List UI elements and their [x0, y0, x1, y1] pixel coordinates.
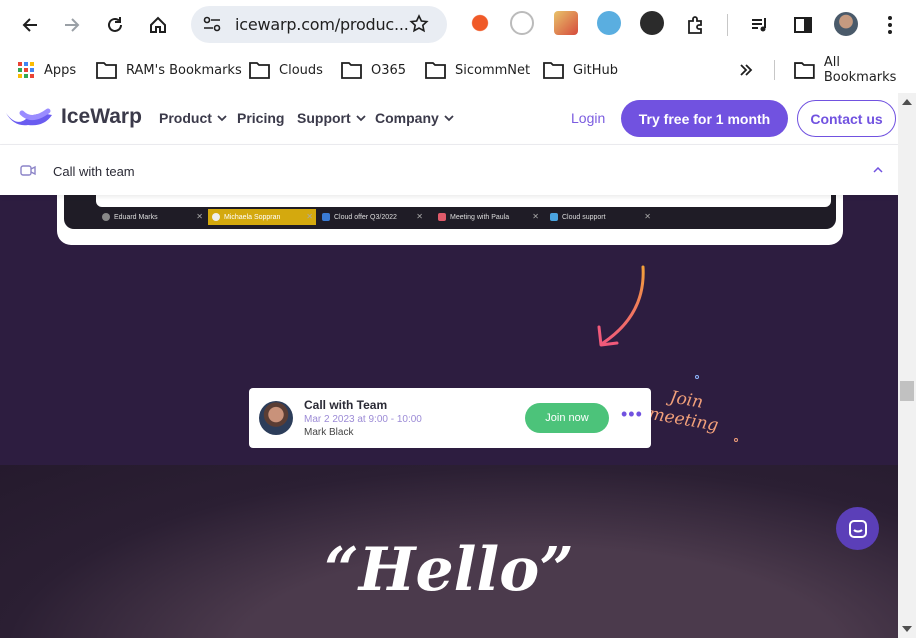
- bookmark-sicommnet[interactable]: SicommNet: [425, 59, 530, 81]
- bookmark-label: All Bookmarks: [823, 55, 897, 85]
- join-meeting-note: Join meeting: [647, 384, 723, 435]
- site-info-icon[interactable]: [203, 16, 221, 37]
- mini-tab-active: Michaela Soppran ✕: [208, 209, 316, 225]
- mini-tab-label: Eduard Marks: [114, 213, 158, 221]
- side-panel-icon[interactable]: [789, 11, 817, 39]
- bookmark-rams-bookmarks[interactable]: RAM's Bookmarks: [96, 59, 242, 81]
- more-options-icon[interactable]: •••: [621, 405, 643, 423]
- nav-label: Company: [375, 110, 439, 126]
- browser-toolbar: icewarp.com/produc...: [0, 0, 916, 50]
- icewarp-logo-icon[interactable]: [4, 107, 54, 129]
- browser-menu-icon[interactable]: [876, 11, 904, 39]
- hello-heading: “Hello”: [324, 535, 574, 605]
- bookmark-clouds[interactable]: Clouds: [249, 59, 323, 81]
- nav-label: Support: [297, 110, 351, 126]
- feature-subnav[interactable]: Call with team: [0, 145, 898, 195]
- call-card: Call with Team Mar 2 2023 at 9:00 - 10:0…: [249, 388, 651, 448]
- reload-icon[interactable]: [101, 11, 129, 39]
- nav-label: Product: [159, 110, 212, 126]
- caller-avatar: [259, 401, 293, 435]
- ninja-extension-icon[interactable]: [640, 11, 664, 35]
- logo-text[interactable]: IceWarp: [61, 105, 142, 129]
- home-icon[interactable]: [144, 11, 172, 39]
- back-icon[interactable]: [16, 11, 44, 39]
- nav-company[interactable]: Company: [375, 110, 454, 126]
- mini-tab: Cloud offer Q3/2022 ✕: [318, 209, 426, 225]
- extensions-puzzle-icon[interactable]: [682, 11, 710, 39]
- mini-tab: Meeting with Paula ✕: [434, 209, 542, 225]
- mini-tab-label: Michaela Soppran: [224, 213, 281, 221]
- chevron-down-icon: [444, 114, 454, 121]
- call-host: Mark Black: [304, 427, 354, 438]
- scroll-up-arrow-icon[interactable]: [902, 99, 912, 105]
- folder-icon: [249, 62, 270, 79]
- forward-icon[interactable]: [58, 11, 86, 39]
- bookmarks-divider: [774, 60, 775, 80]
- arrow-doodle-icon: [597, 265, 645, 347]
- bookmark-label: Apps: [44, 62, 77, 78]
- chat-launcher-button[interactable]: [836, 507, 879, 550]
- hello-section: “Hello”: [0, 465, 898, 638]
- bookmark-label: GitHub: [573, 62, 619, 78]
- bookmark-o365[interactable]: O365: [341, 59, 406, 81]
- bookmarks-bar: Apps RAM's Bookmarks Clouds O365 SicommN…: [0, 50, 916, 90]
- chevron-up-icon[interactable]: [873, 167, 883, 173]
- scroll-down-arrow-icon[interactable]: [902, 626, 912, 632]
- app-tab-strip: Eduard Marks ✕ Michaela Soppran ✕ Cloud of…: [98, 209, 688, 225]
- folder-icon: [341, 62, 362, 79]
- chat-icon: [848, 519, 867, 538]
- chevron-down-icon: [217, 114, 227, 121]
- nav-label: Pricing: [237, 110, 285, 126]
- bookmark-label: Clouds: [279, 62, 323, 78]
- sparkle-dot: [695, 375, 699, 379]
- more-bookmarks-icon[interactable]: [739, 59, 762, 81]
- all-bookmarks[interactable]: All Bookmarks: [794, 55, 916, 85]
- url-text: icewarp.com/produc...: [235, 15, 409, 34]
- bookmark-star-icon[interactable]: [409, 14, 429, 39]
- mini-tab-label: Cloud support: [562, 213, 606, 221]
- subnav-label: Call with team: [53, 164, 135, 179]
- folder-icon: [543, 62, 564, 79]
- bookmark-apps[interactable]: Apps: [17, 59, 76, 81]
- profile-avatar[interactable]: [834, 12, 858, 36]
- apps-grid-icon: [18, 62, 34, 78]
- gallery-extension-icon[interactable]: [554, 11, 578, 35]
- mini-tab-label: Cloud offer Q3/2022: [334, 213, 397, 221]
- bookmark-label: RAM's Bookmarks: [126, 62, 242, 78]
- cloud-extension-icon[interactable]: [597, 11, 621, 35]
- bookmark-label: SicommNet: [455, 62, 531, 78]
- login-link[interactable]: Login: [571, 110, 605, 126]
- toolbar-divider: [727, 14, 728, 36]
- compass-extension-icon[interactable]: [510, 11, 534, 35]
- chevron-down-icon: [356, 114, 366, 121]
- folder-icon: [425, 62, 446, 79]
- media-controls-icon[interactable]: [746, 11, 774, 39]
- swift-extension-icon[interactable]: [468, 11, 492, 35]
- video-camera-icon: [20, 165, 36, 176]
- nav-support[interactable]: Support: [297, 110, 366, 126]
- site-header: IceWarp Product Pricing Support Company …: [0, 93, 898, 145]
- folder-icon: [794, 62, 815, 79]
- try-free-button[interactable]: Try free for 1 month: [621, 100, 788, 137]
- call-date: Mar 2 2023 at 9:00 - 10:00: [304, 414, 422, 425]
- join-now-button[interactable]: Join now: [525, 403, 609, 433]
- bookmark-label: O365: [371, 62, 407, 78]
- mini-tab-label: Meeting with Paula: [450, 213, 510, 221]
- call-title: Call with Team: [304, 398, 388, 412]
- page-scrollbar[interactable]: [898, 93, 916, 638]
- address-bar[interactable]: icewarp.com/produc...: [191, 6, 447, 43]
- mini-tab: Eduard Marks ✕: [98, 209, 206, 225]
- folder-icon: [96, 62, 117, 79]
- mini-tab: Cloud support ✕: [546, 209, 654, 225]
- scroll-thumb[interactable]: [900, 381, 914, 401]
- web-page: Eduard Marks ✕ Michaela Soppran ✕ Cloud of…: [0, 93, 898, 638]
- contact-us-button[interactable]: Contact us: [797, 100, 896, 137]
- nav-product[interactable]: Product: [159, 110, 227, 126]
- bookmark-github[interactable]: GitHub: [543, 59, 618, 81]
- sparkle-dot: [734, 438, 738, 442]
- nav-pricing[interactable]: Pricing: [237, 110, 284, 126]
